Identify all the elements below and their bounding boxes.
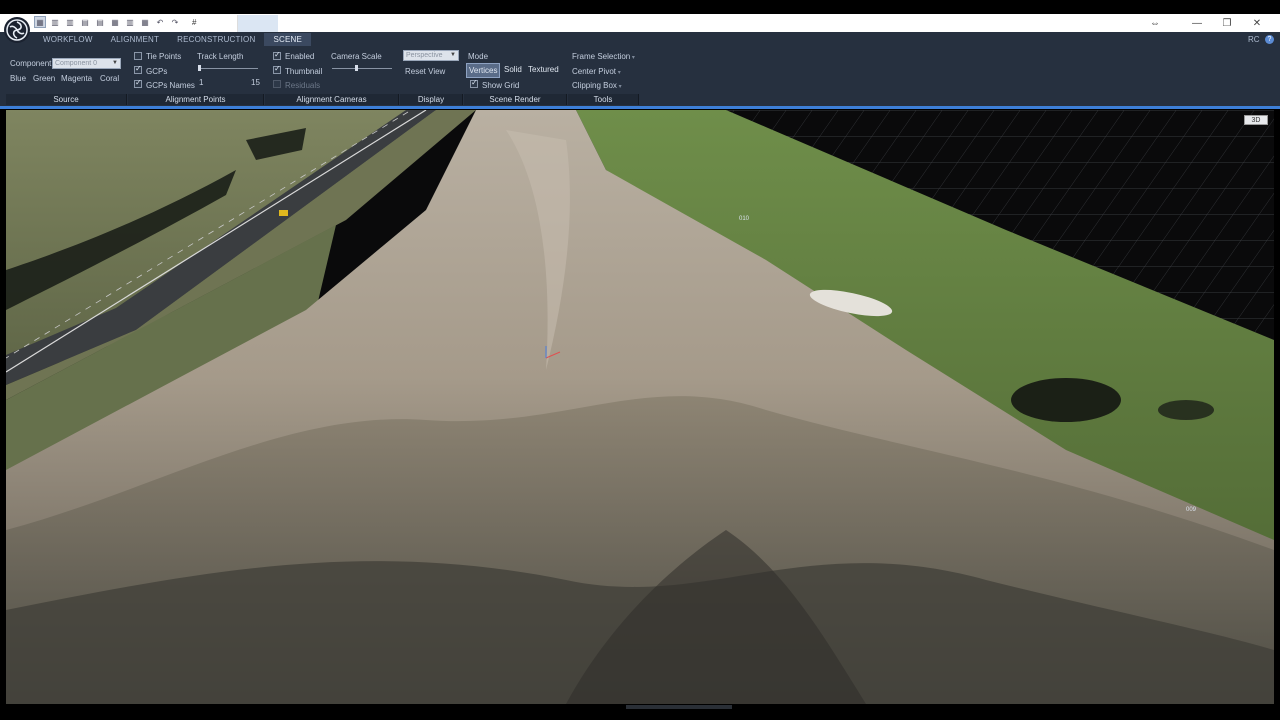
residuals-label: Residuals xyxy=(285,81,321,90)
layout-4-icon[interactable]: ▤ xyxy=(79,16,91,28)
projection-select-value: Perspective xyxy=(406,52,443,59)
tab-reconstruction[interactable]: RECONSTRUCTION xyxy=(168,33,264,46)
color-blue[interactable]: Blue xyxy=(10,74,26,83)
color-coral[interactable]: Coral xyxy=(100,74,119,83)
app-logo-icon[interactable] xyxy=(4,17,30,43)
clipping-box-button[interactable]: Clipping Box xyxy=(572,81,622,90)
restore-button[interactable]: ❐ xyxy=(1212,15,1242,31)
rc-label: RC xyxy=(1248,35,1260,44)
swap-icon[interactable]: ⇔ xyxy=(1140,15,1170,31)
layout-1-icon[interactable]: ▦ xyxy=(34,16,46,28)
center-pivot-button[interactable]: Center Pivot xyxy=(572,67,621,76)
enabled-checkbox[interactable] xyxy=(273,50,281,60)
document-tab-secondary[interactable] xyxy=(238,15,278,32)
reset-view-button[interactable]: Reset View xyxy=(405,67,445,76)
show-grid-label: Show Grid xyxy=(482,81,520,90)
enabled-label: Enabled xyxy=(285,52,315,61)
display-footer: Display xyxy=(400,94,463,105)
view-3d-badge[interactable]: 3D xyxy=(1244,115,1268,125)
alignment-cameras-footer: Alignment Cameras xyxy=(265,94,399,105)
chevron-down-icon: ▼ xyxy=(112,60,118,66)
minimize-button[interactable]: — xyxy=(1182,15,1212,31)
layout-5-icon[interactable]: ▤ xyxy=(94,16,106,28)
document-tab[interactable]: # xyxy=(186,15,238,32)
camera-scale-slider[interactable] xyxy=(332,68,392,69)
ribbon-accent-line xyxy=(0,106,1280,109)
close-button[interactable]: ✕ xyxy=(1242,15,1272,31)
alignment-points-footer: Alignment Points xyxy=(128,94,264,105)
camera-scale-thumb[interactable] xyxy=(355,65,358,71)
point-cloud-render xyxy=(6,110,1274,704)
color-magenta[interactable]: Magenta xyxy=(61,74,92,83)
quick-access-toolbar: ▦ ▥ ▥ ▤ ▤ ▦ ▥ ▦ ↶ ↷ xyxy=(34,16,181,28)
gcps-checkbox[interactable] xyxy=(134,64,142,74)
track-length-slider[interactable] xyxy=(198,68,258,69)
help-icon[interactable]: ? xyxy=(1265,35,1274,44)
track-length-min: 1 xyxy=(199,78,204,87)
mode-textured-button[interactable]: Textured xyxy=(526,63,561,76)
tools-footer: Tools xyxy=(568,94,639,105)
mode-vertices-button[interactable]: Vertices xyxy=(466,63,501,78)
gcp-label-009[interactable]: 009 xyxy=(1186,507,1196,513)
layout-7-icon[interactable]: ▥ xyxy=(124,16,136,28)
layout-6-icon[interactable]: ▦ xyxy=(109,16,121,28)
color-green[interactable]: Green xyxy=(33,74,55,83)
video-scrub-bar[interactable] xyxy=(626,705,732,709)
layout-2-icon[interactable]: ▥ xyxy=(49,16,61,28)
thumbnail-label: Thumbnail xyxy=(285,67,323,76)
mode-label: Mode xyxy=(468,52,489,61)
track-length-thumb[interactable] xyxy=(198,65,201,71)
tie-points-checkbox[interactable] xyxy=(134,52,142,60)
residuals-checkbox[interactable] xyxy=(273,80,281,88)
projection-select[interactable]: Perspective ▼ xyxy=(403,50,459,61)
component-select[interactable]: Component 0 ▼ xyxy=(52,58,121,69)
ribbon-tabs: WORKFLOW ALIGNMENT RECONSTRUCTION SCENE xyxy=(34,33,312,46)
source-footer: Source xyxy=(6,94,127,105)
thumbnail-checkbox[interactable] xyxy=(273,64,281,74)
gcps-label: GCPs xyxy=(146,67,168,76)
scene-render-footer: Scene Render xyxy=(464,94,567,105)
track-length-max: 15 xyxy=(251,78,260,87)
mode-solid-button[interactable]: Solid xyxy=(502,63,524,76)
track-length-label: Track Length xyxy=(197,52,244,61)
gcps-names-label: GCPs Names xyxy=(146,81,195,90)
tie-points-label: Tie Points xyxy=(146,52,182,61)
scene-viewport[interactable]: 3D 010 009 xyxy=(6,110,1274,704)
chevron-down-icon: ▼ xyxy=(450,52,456,58)
frame-selection-button[interactable]: Frame Selection xyxy=(572,52,635,61)
camera-scale-label: Camera Scale xyxy=(331,52,382,61)
tab-alignment[interactable]: ALIGNMENT xyxy=(102,33,168,46)
component-select-value: Component 0 xyxy=(55,60,98,67)
component-label: Component xyxy=(10,59,52,68)
layout-8-icon[interactable]: ▦ xyxy=(139,16,151,28)
layout-3-icon[interactable]: ▥ xyxy=(64,16,76,28)
show-grid-checkbox[interactable] xyxy=(470,78,478,88)
letterbox-top xyxy=(0,0,1280,14)
gcp-label-010[interactable]: 010 xyxy=(739,216,749,222)
undo-icon[interactable]: ↶ xyxy=(154,16,166,28)
tab-scene[interactable]: SCENE xyxy=(264,33,312,46)
gcps-names-checkbox[interactable] xyxy=(134,78,142,88)
redo-icon[interactable]: ↷ xyxy=(169,16,181,28)
tab-workflow[interactable]: WORKFLOW xyxy=(34,33,102,46)
